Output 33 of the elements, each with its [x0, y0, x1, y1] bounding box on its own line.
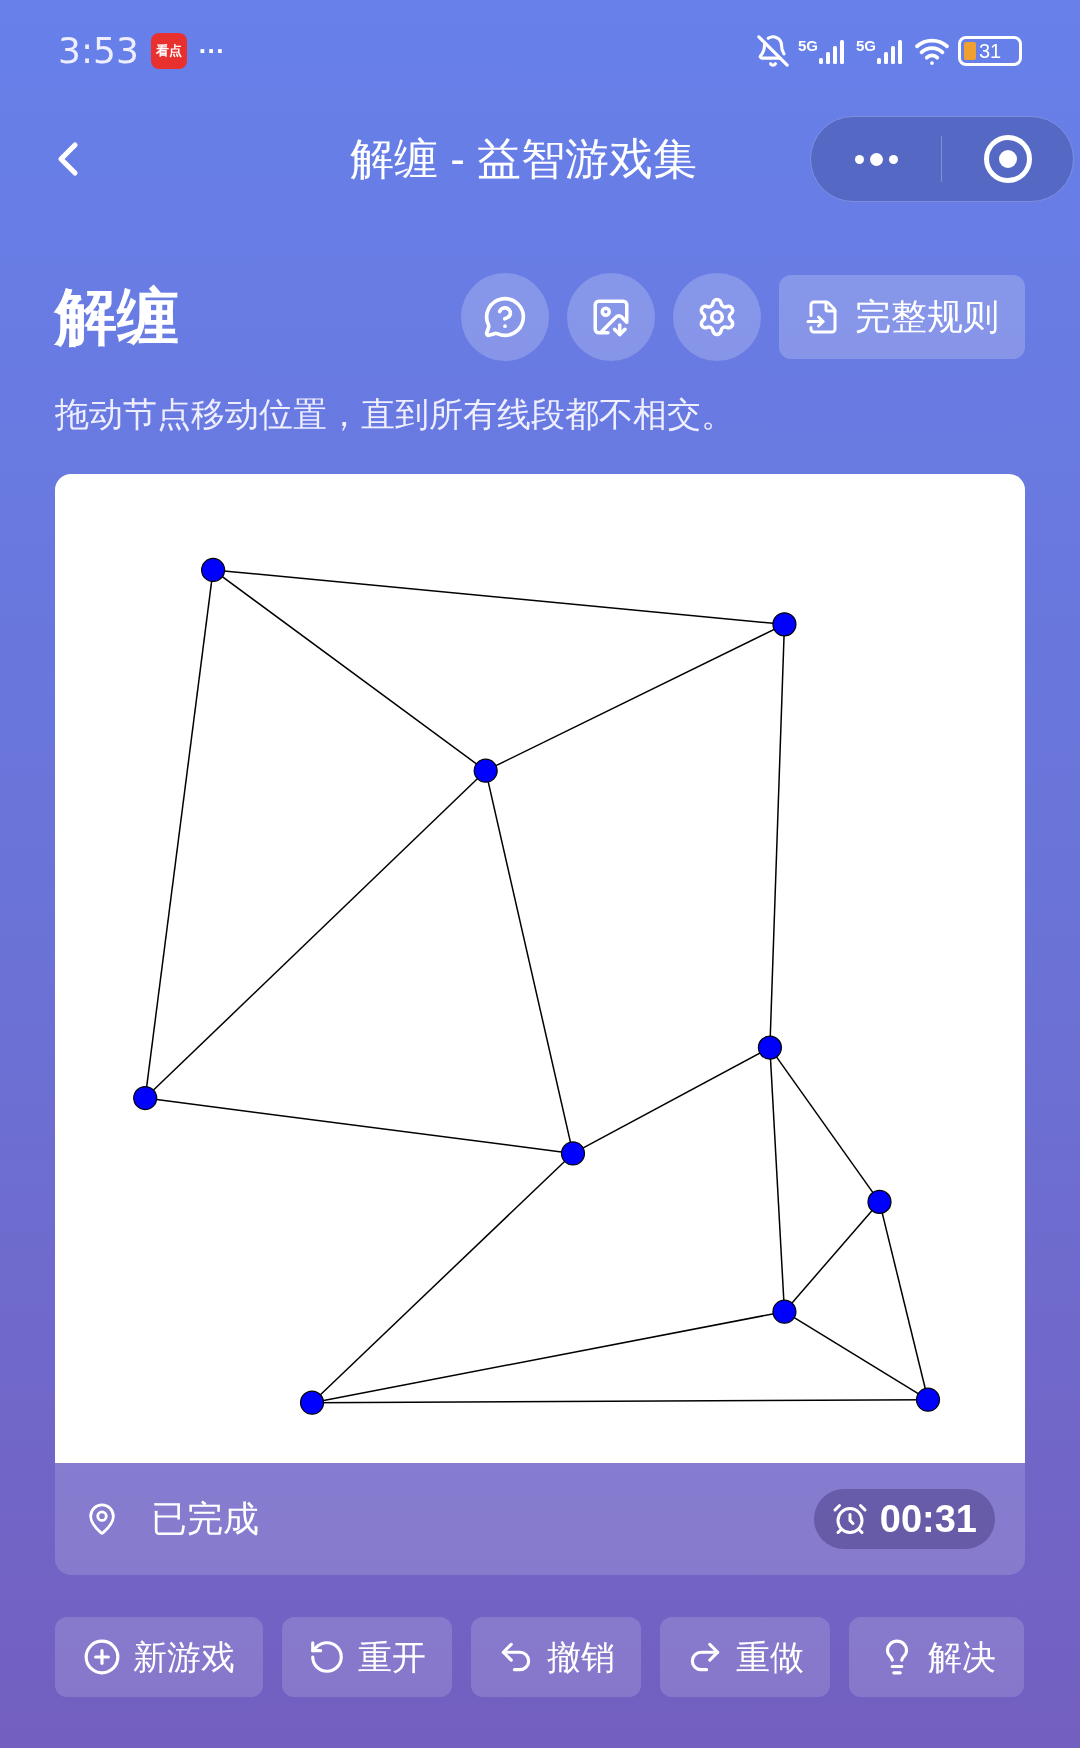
more-notifications: ···	[198, 34, 225, 68]
graph-node[interactable]	[473, 758, 498, 783]
graph-node[interactable]	[133, 1085, 158, 1111]
graph-node[interactable]	[867, 1189, 892, 1214]
action-button[interactable]: 撤销	[471, 1617, 641, 1697]
alarm-icon	[831, 1501, 868, 1537]
graph-node[interactable]	[560, 1141, 586, 1166]
network-label: 5G	[797, 38, 818, 53]
page-title: 解缠 - 益智游戏集	[350, 133, 698, 185]
help-icon	[483, 294, 527, 339]
instruction-text: 拖动节点移动位置，直到所有线段都不相交。	[54, 394, 736, 435]
app-badge: 看点	[150, 33, 187, 69]
action-button[interactable]: 解决	[849, 1617, 1024, 1697]
action-button[interactable]: 重做	[660, 1617, 830, 1697]
graph-node[interactable]	[201, 557, 226, 583]
plus-icon	[83, 1638, 121, 1676]
restart-icon	[308, 1638, 346, 1676]
game-title: 解缠	[55, 281, 179, 353]
graph-node[interactable]	[757, 1035, 782, 1060]
network-label: 5G	[856, 38, 876, 53]
graph-node[interactable]	[772, 612, 797, 637]
battery-fill	[964, 42, 976, 60]
status-text: 已完成	[151, 1497, 259, 1541]
graph-node[interactable]	[772, 1299, 797, 1324]
action-button[interactable]: 新游戏	[55, 1617, 263, 1697]
action-button[interactable]: 重开	[282, 1617, 452, 1697]
battery-level: 31	[979, 41, 1002, 61]
rules-button[interactable]: 完整规则	[779, 274, 1025, 359]
graph-node[interactable]	[299, 1390, 325, 1415]
graph-node[interactable]	[915, 1387, 941, 1412]
timer-text: 00:31	[879, 1496, 977, 1542]
mute-icon	[755, 34, 790, 68]
clock-time: 3:53	[58, 29, 139, 73]
